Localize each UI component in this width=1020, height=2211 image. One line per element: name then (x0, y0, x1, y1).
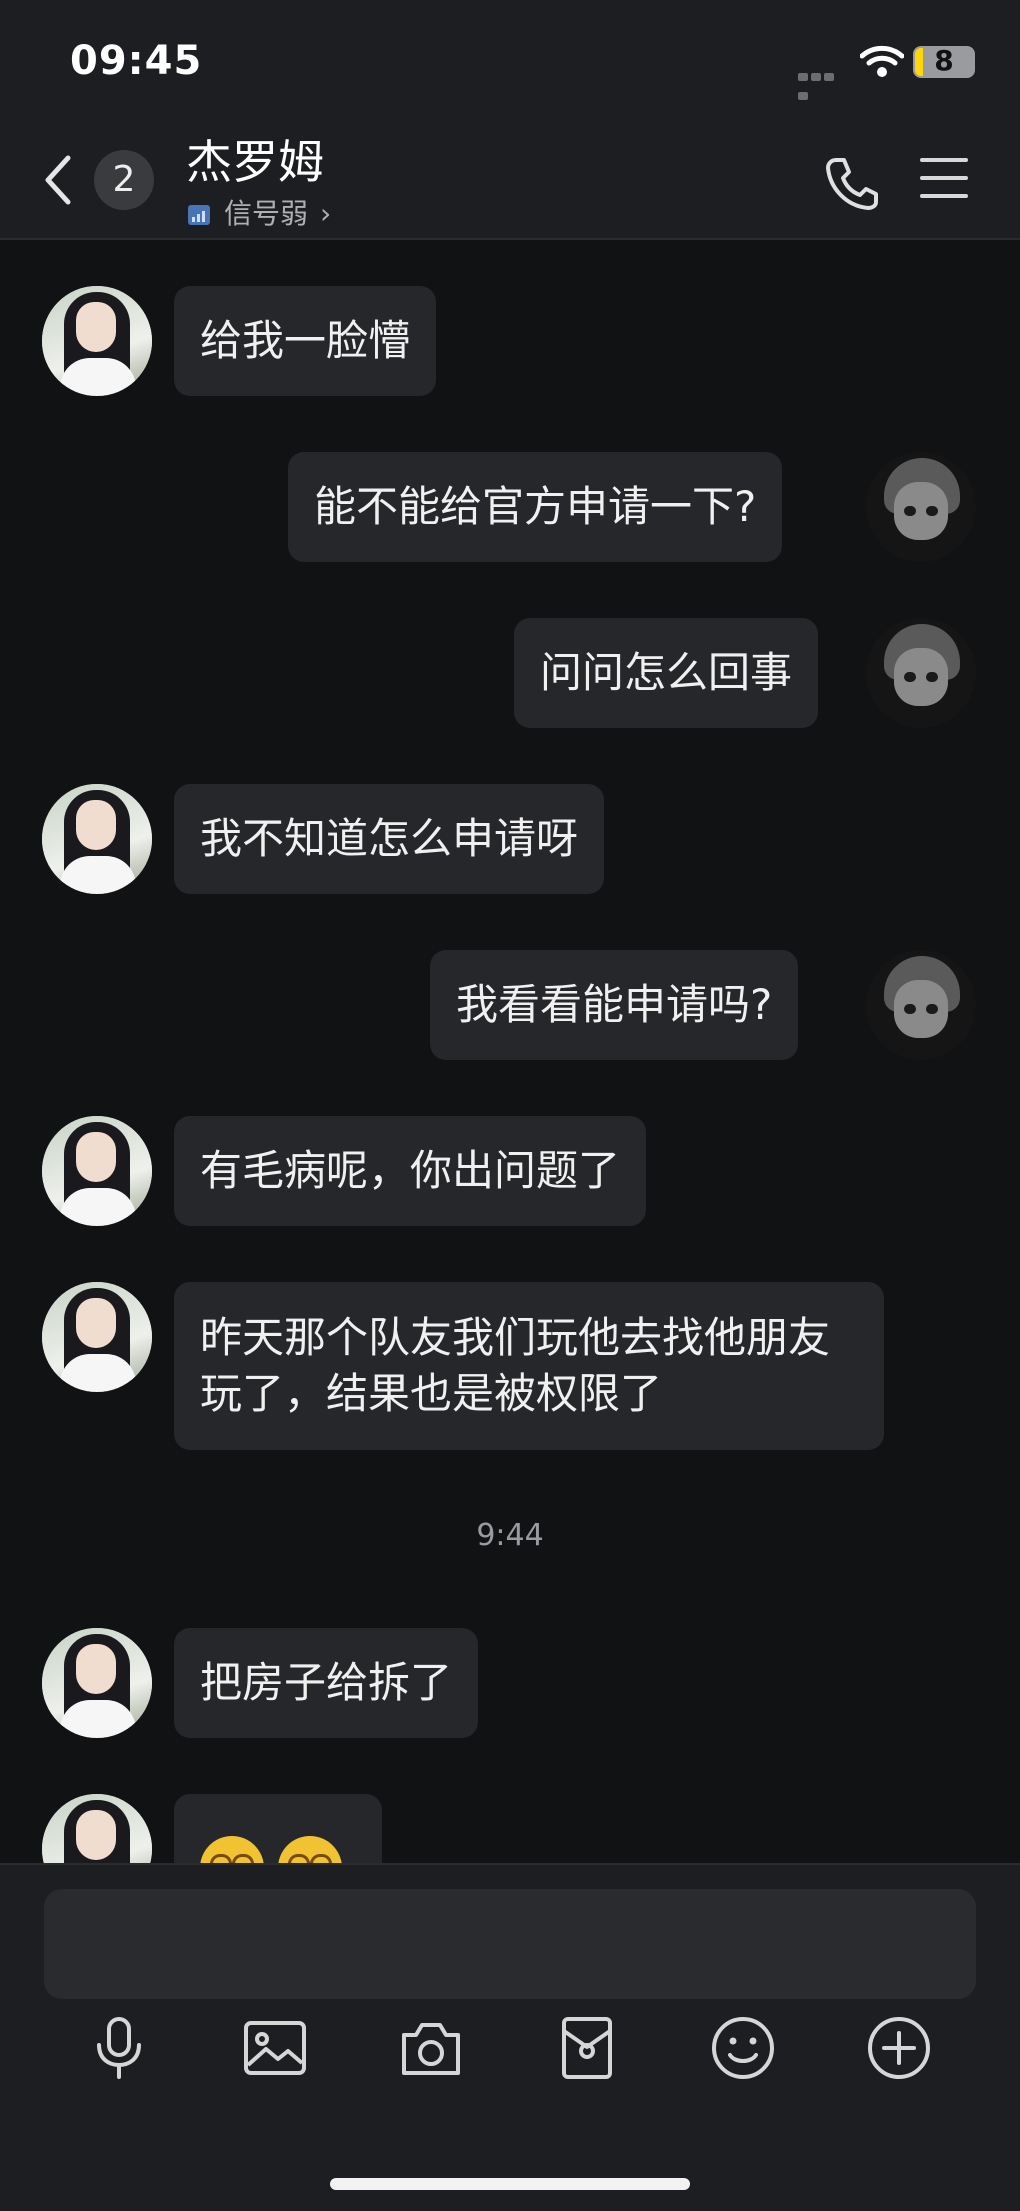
message-timestamp: 9:44 (476, 1518, 544, 1553)
connection-status-label: 信号弱 (224, 197, 309, 230)
message-bubble[interactable]: 问问怎么回事 (514, 618, 819, 728)
message-bubble[interactable]: 把房子给拆了 (174, 1628, 479, 1738)
clock: 09:45 (70, 38, 203, 84)
contact-avatar[interactable] (42, 1116, 152, 1226)
battery-icon: 8 (913, 44, 975, 78)
contact-avatar[interactable] (42, 1628, 152, 1738)
message-bubble[interactable]: 能不能给官方申请一下? (288, 452, 783, 562)
dizzy-face-emoji-icon (278, 1836, 342, 1863)
wifi-icon (860, 45, 904, 77)
home-indicator[interactable] (330, 2178, 690, 2190)
message-bubble[interactable]: 给我一脸懵 (174, 286, 437, 396)
dizzy-face-emoji-icon (200, 1836, 264, 1863)
contact-name[interactable]: 杰罗姆 (186, 126, 324, 192)
unread-count-badge[interactable]: 2 (94, 150, 154, 210)
image-icon[interactable] (240, 2013, 310, 2083)
my-avatar[interactable] (866, 618, 976, 728)
plus-icon[interactable] (864, 2013, 934, 2083)
battery-level: 8 (934, 44, 954, 77)
red-packet-icon[interactable] (552, 2013, 622, 2083)
signal-strength-icon (188, 205, 210, 225)
camera-icon[interactable] (396, 2013, 466, 2083)
my-avatar[interactable] (866, 950, 976, 1060)
my-avatar[interactable] (866, 452, 976, 562)
message-bubble[interactable]: 昨天那个队友我们玩他去找他朋友玩了，结果也是被权限了 (174, 1282, 884, 1450)
contact-avatar[interactable] (42, 286, 152, 396)
emoji-message-bubble[interactable] (174, 1794, 382, 1863)
phone-call-icon[interactable] (822, 154, 880, 212)
contact-avatar[interactable] (42, 784, 152, 894)
message-bubble[interactable]: 我不知道怎么申请呀 (174, 784, 605, 894)
message-bubble[interactable]: 有毛病呢，你出问题了 (174, 1116, 647, 1226)
message-input[interactable] (44, 1889, 976, 1999)
message-list[interactable]: 给我一脸懵 能不能给官方申请一下? 问问怎么回事 我不知道怎么申请呀 我看看能申… (0, 240, 1020, 1863)
cellular-signal-icon (798, 66, 848, 100)
composer-bar (0, 1863, 1020, 2211)
connection-status[interactable]: 信号弱 › (188, 192, 331, 232)
emoji-icon[interactable] (708, 2013, 778, 2083)
chevron-right-icon: › (320, 197, 332, 230)
message-bubble[interactable]: 我看看能申请吗? (430, 950, 799, 1060)
contact-avatar[interactable] (42, 1794, 152, 1863)
microphone-icon[interactable] (84, 2013, 154, 2083)
contact-avatar[interactable] (42, 1282, 152, 1392)
menu-icon[interactable] (920, 158, 968, 202)
status-bar: 09:45 8 (0, 0, 1020, 120)
chat-header: 2 杰罗姆 信号弱 › (0, 120, 1020, 240)
back-chevron-icon[interactable] (38, 150, 78, 210)
